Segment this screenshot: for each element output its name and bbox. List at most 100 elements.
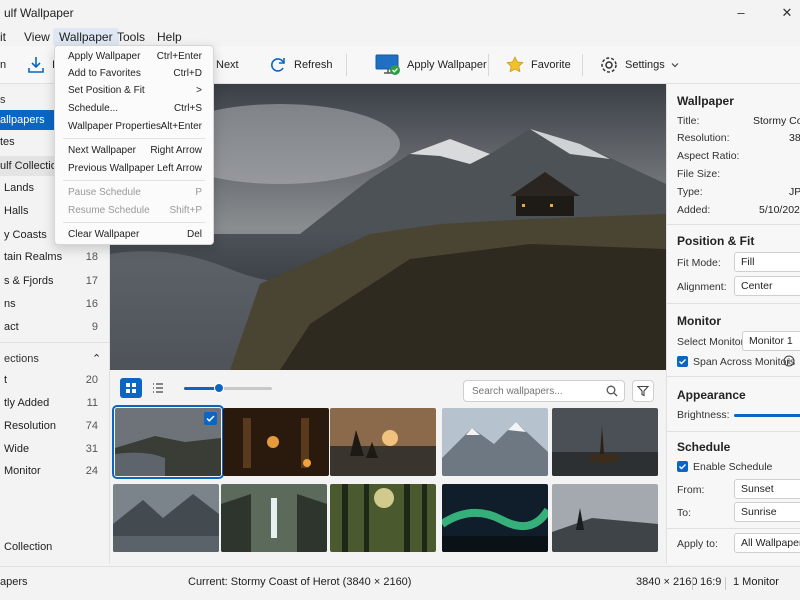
info-icon[interactable] [783,355,795,367]
menu-item-previous-wallpaper[interactable]: Previous Wallpaper Left Arrow [55,160,213,178]
thumbnail[interactable] [442,408,548,476]
menu-item-set-position-fit[interactable]: Set Position & Fit > [55,82,213,100]
search-input[interactable] [472,384,602,399]
thumbnail-image [223,408,329,476]
refresh-icon [271,58,285,72]
grid-view-button[interactable] [120,378,142,398]
added-label: Added: [677,204,711,216]
thumbnail[interactable] [112,405,224,479]
apply-to-select[interactable]: All Wallpapers [734,533,800,553]
sidebar-item-count: 17 [85,275,98,287]
next-button[interactable]: Next [216,52,239,78]
thumbnail-size-slider[interactable] [184,383,272,393]
filter-button[interactable] [632,380,654,402]
sidebar-item-label: act [4,321,19,333]
menu-item-label: Add to Favorites [68,68,141,79]
collection-item[interactable]: Resolution 74 [0,416,109,436]
sidebar-item-label: tain Realms [4,251,63,263]
collapse-icon[interactable]: ⌃ [92,352,101,365]
list-view-button[interactable] [147,378,169,398]
collection-item[interactable]: tly Added 11 [0,393,109,413]
span-monitors-checkbox[interactable] [677,356,688,367]
new-collection-button[interactable]: Collection [0,537,109,557]
status-divider [725,577,726,590]
toolbar-item-partial[interactable]: n [0,52,6,78]
details-panel: Wallpaper Title: Stormy Coast Resolution… [666,84,800,564]
menu-item-shortcut: Del [186,229,202,240]
sidebar-item-label: allpapers [0,114,45,126]
enable-schedule-checkbox[interactable] [677,461,688,472]
menu-wallpaper[interactable]: Wallpaper [53,28,119,46]
favorite-button[interactable]: Favorite [505,52,571,78]
menu-tools[interactable]: Tools [111,28,151,46]
menu-bar: it View Wallpaper Tools Help [0,26,800,46]
collection-label: Resolution [4,420,56,432]
section-heading: Position & Fit [677,234,755,248]
thumbnail[interactable] [330,408,436,476]
menu-item-next-wallpaper[interactable]: Next Wallpaper Right Arrow [55,142,213,160]
monitor-select[interactable]: Monitor 1 [742,331,800,351]
slider-knob[interactable] [214,383,225,393]
resolution-value: 3840 [789,132,800,144]
sidebar-divider [0,342,109,343]
section-divider [667,431,800,432]
file-size-label: File Size: [677,168,721,180]
thumbnail[interactable] [552,484,658,552]
thumbnail[interactable] [221,484,327,552]
minimize-button[interactable]: – [730,2,752,24]
list-icon [153,383,163,393]
from-select[interactable]: Sunset [734,479,800,499]
thumbnail[interactable] [442,484,548,552]
monitor-check-icon [375,54,400,75]
to-select[interactable]: Sunrise [734,502,800,522]
fit-mode-select[interactable]: Fill [734,252,800,272]
collection-item[interactable]: Monitor 24 [0,461,109,481]
menu-help[interactable]: Help [151,28,188,46]
menu-view[interactable]: View [18,28,56,46]
collection-label: Wide [4,443,30,455]
thumbnail-image [330,484,436,552]
type-value: JP [789,186,800,198]
window-title: ulf Wallpaper [4,6,74,20]
thumbnail-image [552,484,658,552]
sidebar-item-ns[interactable]: ns 16 [0,294,109,314]
collection-label: t [4,374,8,386]
sidebar-item-fjords[interactable]: s & Fjords 17 [0,271,109,291]
settings-button[interactable]: Settings [599,52,679,78]
view-toolbar [110,372,666,406]
refresh-button[interactable]: Refresh [268,52,333,78]
menu-item-label: Next Wallpaper [68,145,136,156]
status-divider [692,577,693,590]
menu-item-wallpaper-properties[interactable]: Wallpaper Properties Alt+Enter [55,118,213,136]
menu-item-schedule[interactable]: Schedule... Ctrl+S [55,100,213,118]
sidebar-item-act[interactable]: act 9 [0,317,109,337]
apply-wallpaper-button[interactable]: Apply Wallpaper [375,52,487,78]
collection-item[interactable]: t 20 [0,370,109,390]
star-icon [506,56,524,73]
collection-item[interactable]: Wide 31 [0,439,109,459]
collection-count: 20 [85,374,98,386]
menu-edit[interactable]: it [0,28,12,46]
menu-item-shortcut: Ctrl+S [173,103,202,114]
menu-item-add-to-favorites[interactable]: Add to Favorites Ctrl+D [55,65,213,83]
close-button[interactable]: ✕ [776,2,798,24]
thumbnail[interactable] [113,484,219,552]
thumbnail[interactable] [330,484,436,552]
menu-item-label: Previous Wallpaper [68,163,155,174]
type-label: Type: [677,186,703,198]
collection-label: tly Added [4,397,50,409]
grid-icon [126,383,136,393]
thumbnail-image [113,484,219,552]
enable-schedule-label: Enable Schedule [693,461,773,473]
brightness-slider[interactable] [734,414,800,417]
sidebar-item-mountain-realms[interactable]: tain Realms 18 [0,247,109,267]
thumbnail[interactable] [552,408,658,476]
search-icon[interactable] [606,385,618,397]
menu-item-clear-wallpaper[interactable]: Clear Wallpaper Del [55,226,213,244]
collection-count: 31 [85,443,98,455]
thumbnail[interactable] [223,408,329,476]
thumbnail-image [552,408,658,476]
alignment-select[interactable]: Center [734,276,800,296]
menu-item-apply-wallpaper[interactable]: Apply Wallpaper Ctrl+Enter [55,48,213,66]
import-button[interactable]: I [26,52,55,78]
